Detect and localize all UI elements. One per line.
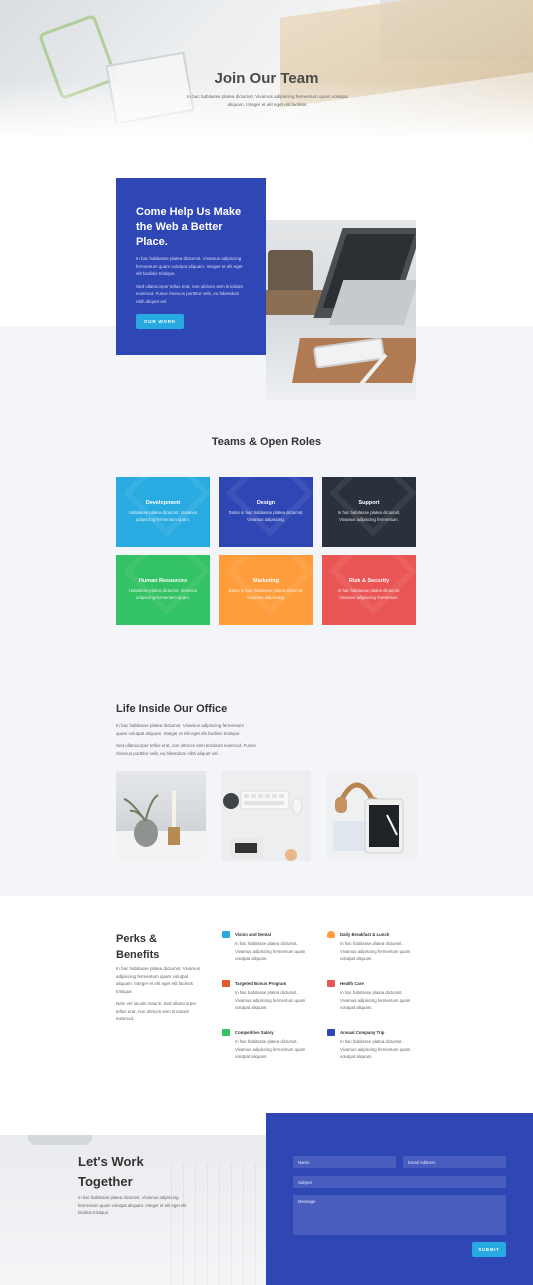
role-card-risk-security[interactable]: Risk & Security In hac habitasse platea … <box>322 555 416 625</box>
role-text: Habitasse platea dictumst. Vivamus adipi… <box>129 588 197 600</box>
role-title: Design <box>256 500 276 506</box>
laptop-desk-photo <box>266 220 416 400</box>
role-text: In hac habitasse platea dictumst. Vivamu… <box>337 588 401 600</box>
role-card-development[interactable]: Development Habitasse platea dictumst. V… <box>116 477 210 547</box>
perk-title: Annual Company Trip <box>340 1030 385 1035</box>
role-text: Dotes in hac habitasse platea dictumst. … <box>228 588 304 600</box>
salary-icon <box>222 1029 230 1036</box>
help-text-1: In hac habitasse platea dictumst. Vivamu… <box>136 256 243 276</box>
role-text: Dotes in hac habitasse platea dictumst. … <box>228 510 304 522</box>
perk-health-care: Health Care In hac habitasse platea dict… <box>327 980 417 1012</box>
hero-background-chair <box>37 13 119 101</box>
keyboard-desk-illustration <box>223 790 303 861</box>
message-field[interactable]: Message <box>293 1195 506 1235</box>
help-title: Come Help Us Make the Web a Better Place… <box>136 206 242 248</box>
perk-text: In hac habitasse platea dictumst. Vivamu… <box>340 990 411 1010</box>
role-text: In hac habitasse platea dictumst. Vivamu… <box>337 510 401 522</box>
perk-title: Daily Breakfast & Lunch <box>340 932 390 937</box>
laptop-keyboard-shape <box>328 280 416 325</box>
role-title: Risk & Security <box>348 578 390 584</box>
role-card-support[interactable]: Support In hac habitasse platea dictumst… <box>322 477 416 547</box>
health-icon <box>327 980 335 987</box>
role-card-human-resources[interactable]: Human Resources Habitasse platea dictums… <box>116 555 210 625</box>
office-photo-keyboard <box>221 771 311 861</box>
our-work-button[interactable]: OUR WORK <box>136 314 184 329</box>
name-field[interactable]: Name <box>293 1156 396 1168</box>
office-title: Life Inside Our Office <box>116 703 228 715</box>
office-photo-vase <box>116 771 206 861</box>
food-icon <box>327 931 335 938</box>
submit-button[interactable]: SUBMIT <box>472 1242 506 1257</box>
perks-text-2: Nam vel iaculis mauris. Sed ullamcorper … <box>116 1001 197 1021</box>
subject-field[interactable]: Subject <box>293 1176 506 1188</box>
office-text-1: In hac habitasse platea dictumst. Vivamu… <box>116 723 244 736</box>
help-text-2: Sed ullamcorper tellus erat, non ultrice… <box>136 283 243 304</box>
vase-candle-illustration <box>116 791 206 861</box>
perk-text: In hac habitasse platea dictumst. Vivamu… <box>235 1039 306 1059</box>
perk-text: In hac habitasse platea dictumst. Vivamu… <box>235 941 306 961</box>
perk-text: In hac habitasse platea dictumst. Vivamu… <box>340 1039 411 1059</box>
perk-title: Vision and Dental <box>235 932 271 937</box>
email-field[interactable]: Email Address <box>403 1156 506 1168</box>
office-text-2: Sed ullamcorper tellus erat, non ultrice… <box>116 743 256 756</box>
role-card-design[interactable]: Design Dotes in hac habitasse platea dic… <box>219 477 313 547</box>
hero-background-monitor <box>105 51 195 125</box>
perk-vision-dental: Vision and Dental In hac habitasse plate… <box>222 931 312 963</box>
perk-annual-trip: Annual Company Trip In hac habitasse pla… <box>327 1029 417 1061</box>
perks-text-1: In hac habitasse platea dictumst. Vivamu… <box>116 966 200 994</box>
hero-background-desk <box>280 0 533 108</box>
perk-title: Competitive Salary <box>235 1030 274 1035</box>
hero-section: Join Our Team In hac habitasse platea di… <box>0 0 533 140</box>
trip-icon <box>327 1029 335 1036</box>
perk-breakfast-lunch: Daily Breakfast & Lunch In hac habitasse… <box>327 931 417 963</box>
contact-background-device <box>28 1135 92 1145</box>
headphones-tablet-illustration <box>333 782 404 854</box>
contact-title: Let's Work Together <box>78 1154 144 1189</box>
role-title: Support <box>358 500 380 506</box>
perk-bonus-program: Targeted Bonus Program In hac habitasse … <box>222 980 312 1012</box>
role-title: Development <box>145 500 181 506</box>
role-text: Habitasse platea dictumst. Vivamus adipi… <box>129 510 197 522</box>
role-title: Human Resources <box>138 578 188 584</box>
perk-text: In hac habitasse platea dictumst. Vivamu… <box>235 990 306 1010</box>
vision-icon <box>222 931 230 938</box>
help-card: Come Help Us Make the Web a Better Place… <box>116 178 266 355</box>
perks-title: Perks & Benefits <box>116 933 160 961</box>
teams-title: Teams & Open Roles <box>211 436 322 448</box>
office-photo-tablet <box>327 771 417 861</box>
role-title: Marketing <box>253 578 279 584</box>
role-card-marketing[interactable]: Marketing Dotes in hac habitasse platea … <box>219 555 313 625</box>
hero-text: In hac habitasse platea dictumst. Vivamu… <box>187 94 348 107</box>
bonus-icon <box>222 980 230 987</box>
perk-text: In hac habitasse platea dictumst. Vivamu… <box>340 941 411 961</box>
contact-text: In hac habitasse platea dictumst. Vivamu… <box>78 1195 187 1215</box>
hero-title: Join Our Team <box>214 70 319 87</box>
perk-competitive-salary: Competitive Salary In hac habitasse plat… <box>222 1029 312 1061</box>
perk-title: Targeted Bonus Program <box>235 981 287 986</box>
perk-title: Health Care <box>340 981 364 986</box>
